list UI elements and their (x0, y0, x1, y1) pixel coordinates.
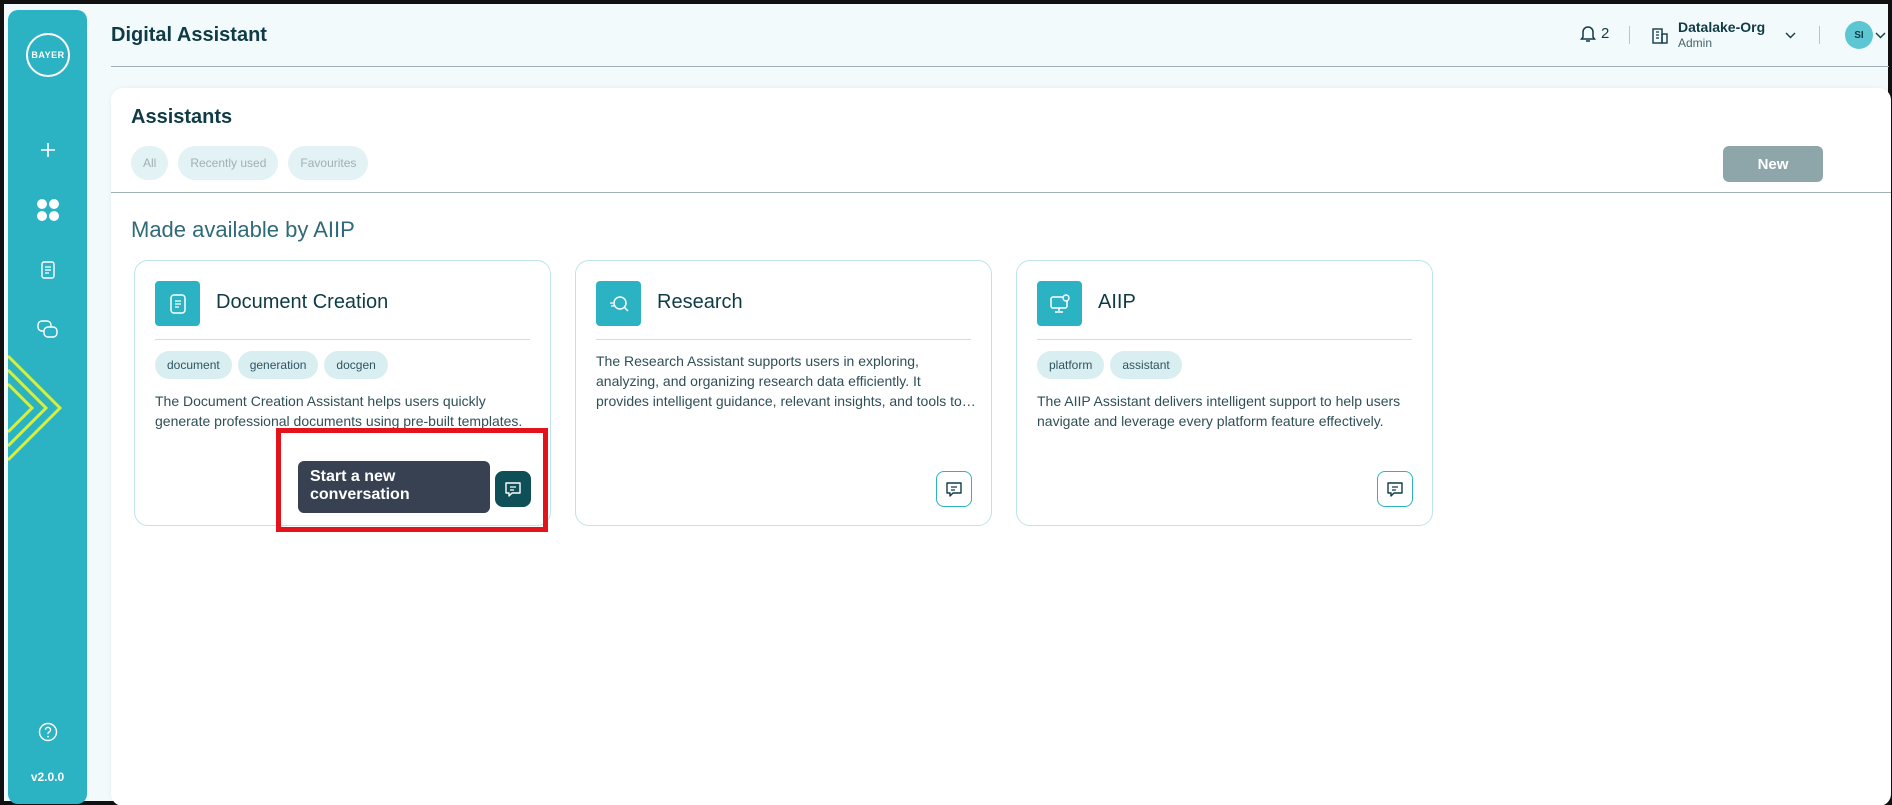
filter-all[interactable]: All (131, 146, 169, 180)
monitor-gear-icon (1049, 293, 1070, 313)
user-menu-chevron-icon[interactable] (1874, 29, 1887, 42)
document-icon (41, 261, 55, 279)
version-label: v2.0.0 (30, 770, 65, 784)
logo-text: BAYER (31, 50, 65, 60)
chevron-down-icon[interactable] (1784, 29, 1797, 42)
card-tags: document generation docgen (155, 351, 388, 379)
card-tags: platform assistant (1037, 351, 1182, 379)
panel-title: Assistants (131, 106, 233, 128)
card-description: The Research Assistant supports users in… (596, 353, 962, 409)
start-conversation-button[interactable] (936, 471, 972, 507)
start-conversation-button[interactable] (1377, 471, 1413, 507)
tag: generation (237, 351, 319, 379)
search-icon (609, 295, 629, 312)
tag: platform (1037, 351, 1105, 379)
card-icon-container (1037, 281, 1082, 326)
card-divider (1037, 339, 1412, 340)
highlight-box (276, 428, 548, 532)
sidebar-item-assistants[interactable] (32, 194, 64, 226)
filter-recently-used[interactable]: Recently used (178, 146, 279, 180)
building-icon (1652, 28, 1668, 44)
plus-icon (41, 143, 55, 157)
card-icon-container (155, 281, 200, 326)
bell-icon (1580, 26, 1596, 42)
chat-icon (946, 482, 962, 497)
org-role: Admin (1678, 36, 1713, 50)
card-description: The Document Creation Assistant helps us… (155, 393, 523, 429)
chat-bubbles-icon (37, 320, 58, 338)
notification-count: 2 (1601, 24, 1610, 42)
new-chat-button[interactable] (32, 134, 64, 166)
card-divider (155, 339, 530, 340)
tag: document (155, 351, 232, 379)
avatar[interactable]: SI (1845, 21, 1873, 49)
page-title: Digital Assistant (111, 24, 267, 46)
apps-grid-icon (37, 199, 59, 221)
help-button[interactable] (32, 716, 64, 748)
bayer-logo[interactable]: BAYER (26, 33, 70, 77)
card-title: Document Creation (216, 291, 389, 313)
card-description: The AIIP Assistant delivers intelligent … (1037, 393, 1401, 429)
tag: assistant (1110, 351, 1182, 379)
panel-divider (111, 192, 1891, 193)
card-title: AIIP (1098, 291, 1136, 313)
help-circle-icon (38, 722, 58, 742)
assistant-card-aiip[interactable]: AIIP platform assistant The AIIP Assista… (1016, 260, 1433, 526)
document-icon (169, 293, 186, 314)
sidebar-item-documents[interactable] (32, 254, 64, 286)
assistant-card-research[interactable]: Research The Research Assistant supports… (575, 260, 992, 526)
app-frame: BAYER v2.0.0 Digital Assistant 2 Datalak… (0, 0, 1892, 805)
filter-tabs: All Recently used Favourites (131, 146, 369, 180)
sidebar: BAYER v2.0.0 (8, 10, 87, 804)
chat-icon (1387, 482, 1403, 497)
card-divider (596, 339, 971, 340)
tag: docgen (324, 351, 388, 379)
section-title: Made available by AIIP (131, 217, 355, 242)
header-divider-2 (1819, 26, 1820, 44)
org-name: Datalake-Org (1678, 19, 1766, 35)
chevron-decoration-icon (8, 354, 63, 462)
org-selector[interactable]: Datalake-Org Admin (1650, 19, 1765, 51)
sidebar-item-conversations[interactable] (32, 314, 64, 346)
new-assistant-button[interactable]: New (1723, 146, 1823, 182)
notifications-button[interactable]: 2 (1578, 23, 1609, 43)
card-title: Research (657, 291, 743, 313)
header-divider-line (111, 66, 1889, 67)
header-divider (1629, 26, 1630, 44)
filter-favourites[interactable]: Favourites (288, 146, 369, 180)
card-icon-container (596, 281, 641, 326)
